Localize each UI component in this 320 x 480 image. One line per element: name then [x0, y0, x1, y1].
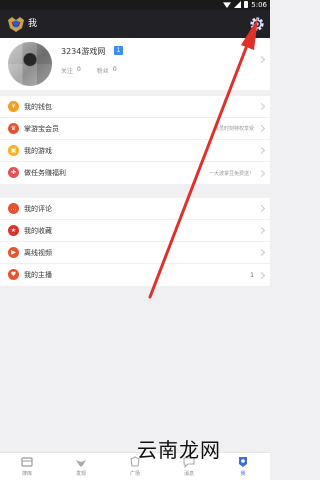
- tab-label: 广场: [129, 471, 140, 477]
- tab-discover[interactable]: 发现: [54, 453, 108, 480]
- chevron-right-icon: [257, 124, 266, 133]
- menu-item-hint: 一大波掌豆免费送！: [208, 170, 254, 177]
- chevron-right-icon: [257, 169, 266, 177]
- tab-label: 我: [240, 471, 246, 477]
- menu-item-my-games[interactable]: ▣ 我的游戏: [0, 140, 270, 162]
- menu-item-label: 离线视频: [24, 248, 52, 257]
- anchor-count: 1: [250, 271, 254, 279]
- tab-label: 搜库: [21, 471, 32, 477]
- fans-count: 0: [112, 66, 117, 73]
- avatar[interactable]: [8, 42, 52, 86]
- user-level-badge: 1: [114, 46, 123, 55]
- chevron-right-icon: [257, 226, 266, 235]
- wallet-icon: ¥: [8, 101, 19, 112]
- wifi-icon: [223, 2, 231, 8]
- chevron-right-icon: [257, 146, 266, 155]
- app-logo-icon: [8, 17, 24, 32]
- follow-label: 关注: [61, 68, 74, 75]
- app-screen: 5:06 我 3234游戏网 1 关注 0 粉丝 0 ¥ 我的钱包 ♛ 掌游宝会…: [0, 0, 270, 480]
- comment-icon: …: [8, 203, 19, 214]
- menu-group-account: ¥ 我的钱包 ♛ 掌游宝会员 会员时刻特权享受 ▣ 我的游戏 ✚ 做任务赚福利 …: [0, 96, 270, 184]
- chevron-right-icon: [257, 248, 266, 257]
- crown-icon: ♛: [8, 123, 19, 134]
- chevron-right-icon: [257, 55, 266, 64]
- battery-icon: [244, 1, 248, 8]
- menu-item-favorites[interactable]: ★ 我的收藏: [0, 220, 270, 242]
- chevron-right-icon: [257, 204, 266, 213]
- fans-label: 粉丝: [96, 68, 109, 75]
- page-title: 我: [28, 19, 38, 29]
- settings-gear-icon[interactable]: [248, 15, 266, 33]
- app-bar: 我: [0, 10, 270, 38]
- watermark-text: 云南龙网: [137, 438, 221, 462]
- signal-icon: [234, 1, 241, 8]
- menu-group-content: … 我的评论 ★ 我的收藏 ▶ 离线视频 ♥ 我的主播 1: [0, 198, 270, 286]
- tab-me[interactable]: 我: [216, 453, 270, 480]
- menu-item-vip[interactable]: ♛ 掌游宝会员 会员时刻特权享受: [0, 118, 270, 140]
- follow-count: 0: [77, 66, 81, 73]
- bottom-tab-bar: 搜库 发现 广场 消息 我: [0, 452, 270, 480]
- gift-icon: ✚: [8, 167, 19, 178]
- menu-item-label: 做任务赚福利: [24, 169, 66, 177]
- play-icon: ▶: [8, 247, 19, 258]
- username: 3234游戏网: [61, 47, 106, 56]
- menu-item-label: 我的评论: [24, 204, 52, 213]
- status-bar: 5:06: [0, 0, 270, 10]
- eagle-icon: [76, 460, 86, 467]
- menu-item-hint: 会员时刻特权享受: [213, 126, 254, 132]
- profile-stats: 关注 0 粉丝 0: [61, 66, 129, 75]
- menu-item-comments[interactable]: … 我的评论: [0, 198, 270, 220]
- tab-label: 消息: [183, 471, 194, 477]
- anchor-icon: ♥: [8, 269, 19, 280]
- game-icon: ▣: [8, 145, 19, 156]
- menu-item-label: 我的收藏: [24, 226, 52, 235]
- menu-item-wallet[interactable]: ¥ 我的钱包: [0, 96, 270, 118]
- menu-item-label: 我的钱包: [24, 102, 52, 111]
- library-icon: [21, 457, 33, 467]
- menu-item-offline-video[interactable]: ▶ 离线视频: [0, 242, 270, 264]
- menu-item-label: 我的游戏: [24, 146, 52, 155]
- menu-item-label: 我的主播: [24, 271, 52, 279]
- menu-item-tasks[interactable]: ✚ 做任务赚福利 一大波掌豆免费送！: [0, 162, 270, 184]
- status-icons: [223, 1, 248, 8]
- chevron-right-icon: [257, 271, 266, 279]
- tab-library[interactable]: 搜库: [0, 453, 54, 480]
- me-icon: [239, 457, 247, 467]
- tab-label: 发现: [75, 471, 86, 477]
- menu-item-label: 掌游宝会员: [24, 124, 59, 133]
- chevron-right-icon: [257, 102, 266, 111]
- profile-card[interactable]: 3234游戏网 1 关注 0 粉丝 0: [0, 38, 270, 90]
- status-time: 5:06: [251, 1, 267, 9]
- star-icon: ★: [8, 225, 19, 236]
- menu-item-anchors[interactable]: ♥ 我的主播 1: [0, 264, 270, 286]
